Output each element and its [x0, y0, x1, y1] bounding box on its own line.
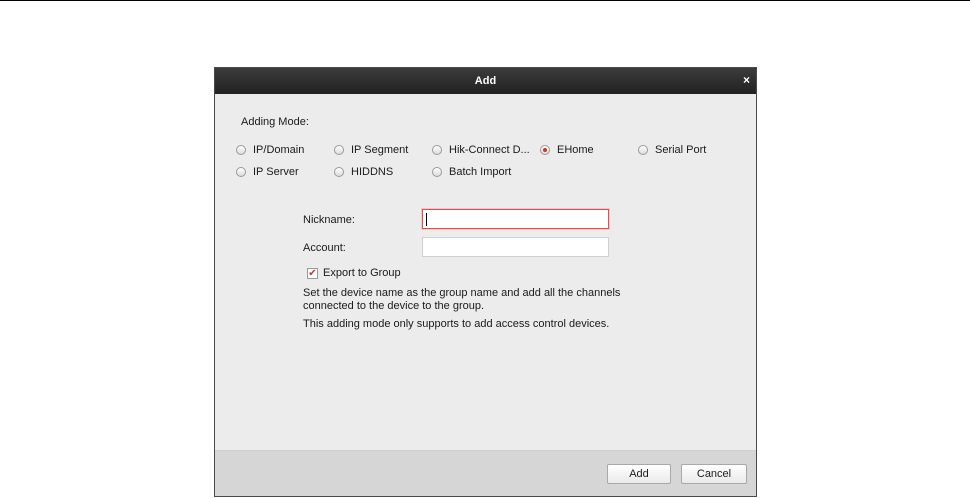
export-to-group-checkbox-row[interactable]: ✔ Export to Group — [307, 267, 401, 279]
dialog-title: Add — [474, 75, 497, 87]
add-button[interactable]: Add — [607, 464, 671, 484]
radio-icon — [236, 167, 246, 177]
export-description: Set the device name as the group name an… — [303, 287, 621, 312]
mode-label-batch-import: Batch Import — [449, 166, 512, 178]
mode-label-ip-segment: IP Segment — [351, 144, 409, 156]
mode-label-ip-domain: IP/Domain — [253, 144, 305, 156]
adding-mode-label: Adding Mode: — [241, 116, 309, 128]
mode-label-serial-port: Serial Port — [655, 144, 707, 156]
radio-icon — [540, 145, 550, 155]
text-caret — [426, 213, 427, 226]
radio-icon — [432, 167, 442, 177]
mode-label-hik-connect: Hik-Connect D... — [449, 144, 530, 156]
top-rule — [0, 0, 970, 1]
mode-radio-hik-connect[interactable]: Hik-Connect D... — [432, 144, 530, 156]
account-label: Account: — [303, 242, 346, 254]
cancel-button[interactable]: Cancel — [681, 464, 747, 484]
mode-support-note: This adding mode only supports to add ac… — [303, 318, 610, 330]
radio-icon — [334, 167, 344, 177]
close-icon[interactable]: × — [743, 73, 750, 87]
radio-icon — [236, 145, 246, 155]
mode-radio-ehome[interactable]: EHome — [540, 144, 594, 156]
mode-radio-hiddns[interactable]: HIDDNS — [334, 166, 393, 178]
account-input[interactable] — [422, 237, 609, 257]
mode-label-ehome: EHome — [557, 144, 594, 156]
nickname-input[interactable] — [422, 209, 609, 229]
radio-icon — [638, 145, 648, 155]
mode-radio-serial-port[interactable]: Serial Port — [638, 144, 706, 156]
mode-radio-ip-domain[interactable]: IP/Domain — [236, 144, 304, 156]
dialog-titlebar[interactable]: Add × — [215, 68, 756, 94]
mode-label-ip-server: IP Server — [253, 166, 299, 178]
mode-label-hiddns: HIDDNS — [351, 166, 394, 178]
add-dialog: Add × Adding Mode: IP/Domain IP Segment … — [214, 67, 757, 497]
mode-radio-ip-segment[interactable]: IP Segment — [334, 144, 408, 156]
checkbox-icon[interactable]: ✔ — [307, 267, 318, 279]
mode-radio-batch-import[interactable]: Batch Import — [432, 166, 511, 178]
dialog-footer: Add Cancel — [215, 450, 756, 496]
radio-icon — [432, 145, 442, 155]
radio-icon — [334, 145, 344, 155]
export-to-group-label: Export to Group — [323, 267, 401, 279]
mode-radio-ip-server[interactable]: IP Server — [236, 166, 299, 178]
nickname-label: Nickname: — [303, 214, 355, 226]
